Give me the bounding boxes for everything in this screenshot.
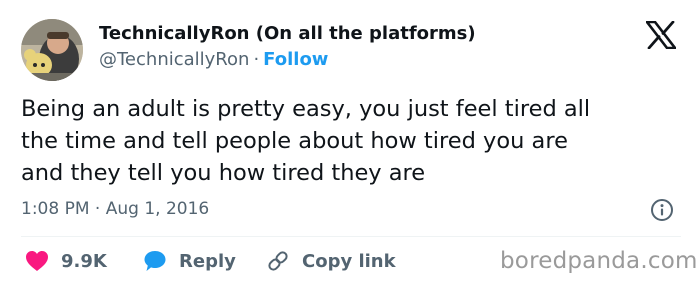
likes-count: 9.9K [61,250,107,272]
tweet-timestamp[interactable]: 1:08 PM · Aug 1, 2016 [21,199,209,219]
copy-link-label: Copy link [302,250,396,272]
reply-button[interactable]: Reply [143,248,236,274]
author-handle-row: @TechnicallyRon · Follow [99,49,328,70]
tweet-card: TechnicallyRon (On all the platforms) @T… [0,0,700,287]
handle-separator: · [253,49,260,70]
tweet-text-line: the time and tell people about how tired… [21,128,568,154]
link-icon [268,251,288,271]
author-handle[interactable]: @TechnicallyRon [99,49,249,70]
heart-icon [26,251,48,271]
avatar[interactable] [21,19,83,81]
like-button[interactable]: 9.9K [25,248,107,274]
reply-label: Reply [179,250,236,272]
avatar-photo [21,19,83,81]
author-display-name[interactable]: TechnicallyRon (On all the platforms) [99,23,476,44]
info-icon[interactable] [650,198,674,222]
follow-button[interactable]: Follow [263,49,328,70]
copy-link-button[interactable]: Copy link [266,248,396,274]
tweet-text: Being an adult is pretty easy, you just … [21,93,681,189]
tweet-time: 1:08 PM [21,199,90,219]
tweet-text-line: Being an adult is pretty easy, you just … [21,96,591,122]
boredpanda-watermark: boredpanda.com [500,248,698,274]
divider [21,236,681,237]
x-logo-icon[interactable] [645,20,677,50]
timestamp-separator: · [94,199,101,219]
speech-bubble-icon [144,251,166,271]
tweet-text-line: and they tell you how tired they are [21,160,426,186]
tweet-date: Aug 1, 2016 [105,199,210,219]
